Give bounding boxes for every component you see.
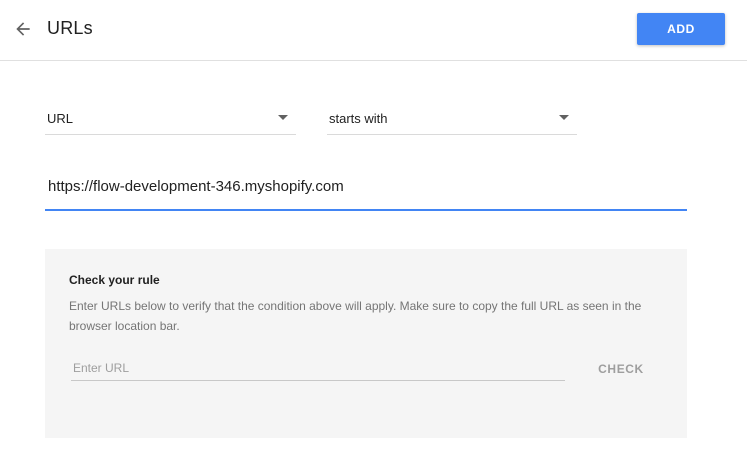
operator-select-value: starts with — [329, 111, 388, 126]
add-button[interactable]: ADD — [637, 13, 725, 45]
check-rule-panel: Check your rule Enter URLs below to veri… — [45, 249, 687, 438]
dropdown-caret-icon — [278, 115, 288, 120]
dropdown-caret-icon — [559, 115, 569, 120]
check-rule-description: Enter URLs below to verify that the cond… — [69, 299, 642, 333]
check-rule-title: Check your rule — [69, 273, 160, 287]
check-button[interactable]: CHECK — [591, 357, 651, 381]
field-select[interactable]: URL — [45, 102, 296, 135]
field-select-value: URL — [47, 111, 74, 126]
back-button[interactable] — [10, 16, 36, 42]
app-header: URLs ADD — [0, 0, 747, 61]
page-title: URLs — [47, 18, 93, 38]
operator-select[interactable]: starts with — [327, 102, 577, 135]
check-url-input[interactable] — [71, 355, 565, 381]
rule-url-input[interactable] — [45, 167, 687, 211]
arrow-left-icon — [16, 22, 30, 36]
